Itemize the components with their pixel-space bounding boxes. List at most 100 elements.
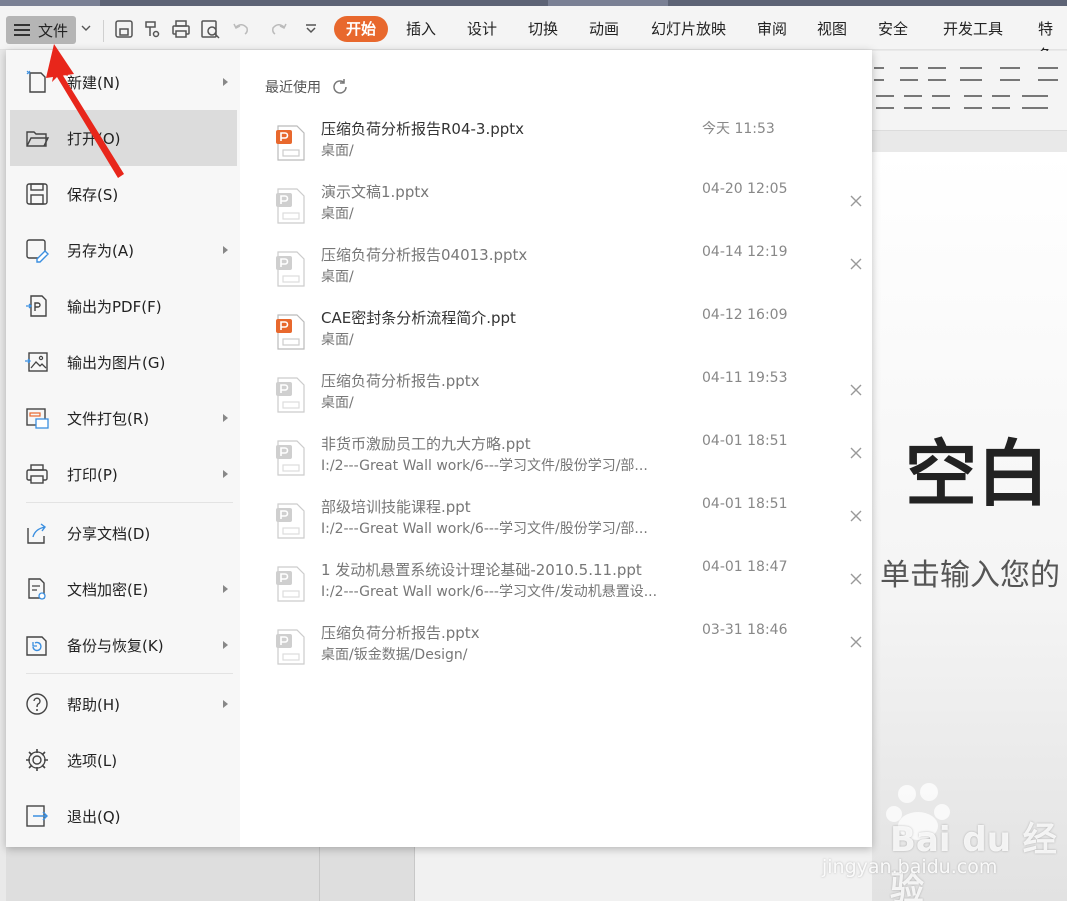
menu-item-print[interactable]: 打印(P) — [10, 446, 237, 502]
customize-quick-access-icon[interactable] — [300, 18, 322, 40]
chevron-down-icon[interactable] — [80, 22, 92, 34]
ribbon-columns-icon[interactable] — [960, 67, 982, 81]
submenu-arrow-icon — [223, 470, 228, 478]
menu-item-label: 输出为PDF(F) — [67, 297, 162, 316]
remove-recent-icon[interactable] — [850, 636, 862, 648]
tab-review[interactable]: 审阅 — [757, 16, 787, 42]
tab-insert[interactable]: 插入 — [406, 16, 436, 42]
ribbon-align-right-icon[interactable] — [904, 95, 922, 109]
recent-file-name: 演示文稿1.pptx — [321, 183, 430, 201]
redo-icon[interactable] — [268, 18, 290, 40]
recent-file-time: 03-31 18:46 — [702, 622, 788, 638]
recent-file-name: 非货币激励员工的九大方略.ppt — [321, 435, 531, 453]
ribbon-paragraph-group — [872, 51, 1067, 131]
export-pdf-icon — [26, 295, 47, 317]
recent-file-path: 桌面/ — [321, 269, 354, 285]
recent-file-item[interactable]: 压缩负荷分析报告R04-3.pptx 桌面/ 今天 11:53 — [265, 118, 865, 178]
recent-file-time: 04-11 19:53 — [702, 370, 788, 386]
menu-item-label: 选项(L) — [67, 751, 118, 770]
refresh-icon[interactable] — [331, 78, 349, 96]
print-preview-icon[interactable] — [199, 18, 221, 40]
recent-file-time: 04-12 16:09 — [702, 307, 788, 323]
toolbar: 文件 开始 插入 设计 切换 动画 幻灯片放映 审阅 视图 安全 开发工具 特色 — [0, 6, 1067, 64]
recent-file-item[interactable]: 压缩负荷分析报告04013.pptx 桌面/ 04-14 12:19 — [265, 244, 865, 304]
recent-file-item[interactable]: 压缩负荷分析报告.pptx 桌面/ 04-11 19:53 — [265, 370, 865, 430]
help-icon — [26, 693, 48, 715]
slide-title-placeholder[interactable]: 空白 — [905, 415, 1049, 520]
ribbon-indent-increase-icon[interactable] — [928, 67, 946, 81]
recent-file-path: 桌面/ — [321, 206, 354, 222]
menu-item-options[interactable]: 选项(L) — [10, 732, 237, 788]
slide-canvas-edge — [415, 847, 872, 901]
recent-file-time: 04-20 12:05 — [702, 181, 788, 197]
tab-developer[interactable]: 开发工具 — [943, 16, 1003, 42]
ribbon-paragraph-spacing-icon[interactable] — [1022, 95, 1048, 109]
presentation-file-icon — [276, 629, 305, 665]
menu-item-encrypt[interactable]: 文档加密(E) — [10, 561, 237, 617]
presentation-file-icon — [276, 377, 305, 413]
recent-file-path: 桌面/钣金数据/Design/ — [321, 647, 468, 663]
tab-features[interactable]: 特色 — [1038, 16, 1067, 64]
ribbon-indent-decrease-icon[interactable] — [900, 67, 918, 81]
recent-file-item[interactable]: 演示文稿1.pptx 桌面/ 04-20 12:05 — [265, 181, 865, 241]
slide-subtitle-placeholder[interactable]: 单击输入您的 — [880, 550, 1060, 594]
ribbon-align-icon[interactable] — [874, 67, 884, 81]
menu-item-backup[interactable]: 备份与恢复(K) — [10, 617, 237, 673]
recent-file-name: 部级培训技能课程.ppt — [321, 498, 471, 516]
save-icon[interactable] — [113, 18, 135, 40]
encrypt-icon — [28, 578, 46, 600]
tab-transitions[interactable]: 切换 — [528, 16, 558, 42]
menu-item-help[interactable]: 帮助(H) — [10, 676, 237, 732]
package-icon — [26, 408, 49, 429]
remove-recent-icon[interactable] — [850, 195, 862, 207]
format-painter-icon[interactable] — [141, 18, 163, 40]
file-menu-panel: 新建(N) 打开(O) 保存(S) 另存为(A) 输出为PDF(F) 输出为图片… — [6, 50, 872, 847]
undo-icon[interactable] — [230, 18, 252, 40]
menu-item-exit[interactable]: 退出(Q) — [10, 788, 237, 844]
presentation-file-icon — [276, 440, 305, 476]
menu-item-export-pdf[interactable]: 输出为PDF(F) — [10, 278, 237, 334]
recent-file-path: I:/2---Great Wall work/6---学习文件/股份学习/部..… — [321, 458, 648, 474]
recent-file-time: 04-14 12:19 — [702, 244, 788, 260]
remove-recent-icon[interactable] — [850, 573, 862, 585]
submenu-arrow-icon — [223, 78, 228, 86]
recent-file-name: CAE密封条分析流程简介.ppt — [321, 309, 516, 327]
remove-recent-icon[interactable] — [850, 258, 862, 270]
presentation-file-icon — [276, 314, 305, 350]
recent-file-item[interactable]: CAE密封条分析流程简介.ppt 桌面/ 04-12 16:09 — [265, 307, 865, 367]
tab-slideshow[interactable]: 幻灯片放映 — [651, 16, 726, 42]
menu-item-share[interactable]: 分享文档(D) — [10, 505, 237, 561]
recent-file-item[interactable]: 非货币激励员工的九大方略.ppt I:/2---Great Wall work/… — [265, 433, 865, 493]
tab-animations[interactable]: 动画 — [589, 16, 619, 42]
menu-item-package[interactable]: 文件打包(R) — [10, 390, 237, 446]
ribbon-justify-icon[interactable] — [932, 95, 950, 109]
menu-item-label: 保存(S) — [67, 185, 119, 204]
remove-recent-icon[interactable] — [850, 510, 862, 522]
menu-item-label: 分享文档(D) — [67, 524, 151, 543]
tab-home[interactable]: 开始 — [334, 16, 389, 42]
recent-file-path: 桌面/ — [321, 332, 354, 348]
remove-recent-icon[interactable] — [850, 447, 862, 459]
tab-security[interactable]: 安全 — [878, 16, 908, 42]
menu-item-export-image[interactable]: 输出为图片(G) — [10, 334, 237, 390]
ribbon-align-center-icon[interactable] — [876, 95, 894, 109]
recent-file-item[interactable]: 部级培训技能课程.ppt I:/2---Great Wall work/6---… — [265, 496, 865, 556]
tab-view[interactable]: 视图 — [817, 16, 847, 42]
ribbon-line-spacing-icon[interactable] — [992, 95, 1010, 109]
recent-files-title: 最近使用 — [265, 80, 321, 96]
presentation-file-icon — [276, 566, 305, 602]
ribbon-distribute-icon[interactable] — [964, 95, 982, 109]
menu-divider — [26, 502, 233, 503]
remove-recent-icon[interactable] — [850, 384, 862, 396]
recent-file-item[interactable]: 压缩负荷分析报告.pptx 桌面/钣金数据/Design/ 03-31 18:4… — [265, 622, 865, 682]
print-icon[interactable] — [170, 18, 192, 40]
hamburger-icon — [14, 24, 30, 36]
recent-file-item[interactable]: 1 发动机悬置系统设计理论基础-2010.5.11.ppt I:/2---Gre… — [265, 559, 865, 619]
tab-design[interactable]: 设计 — [467, 16, 497, 42]
recent-file-path: I:/2---Great Wall work/6---学习文件/发动机悬置设..… — [321, 584, 658, 600]
menu-divider — [26, 673, 233, 674]
ribbon-text-box-icon[interactable] — [1000, 67, 1020, 81]
menu-item-save-as[interactable]: 另存为(A) — [10, 222, 237, 278]
ribbon-text-direction-icon[interactable] — [1038, 67, 1058, 81]
menu-item-label: 另存为(A) — [67, 241, 134, 260]
